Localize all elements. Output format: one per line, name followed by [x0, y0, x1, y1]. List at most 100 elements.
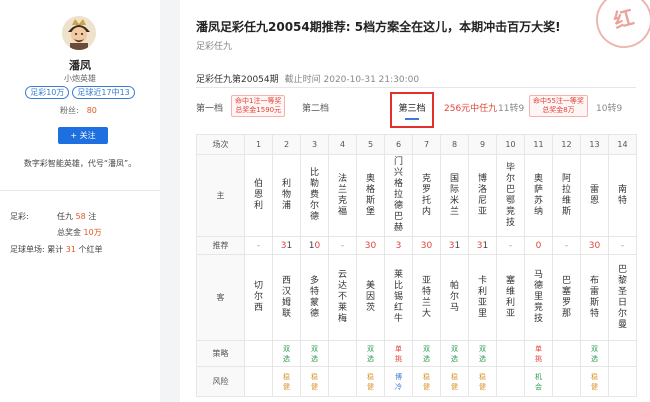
row-label: 场次	[196, 134, 245, 155]
home-team: 奥格斯堡	[356, 154, 385, 237]
home-team: 博洛尼亚	[468, 154, 497, 237]
pick-cell: 31	[440, 236, 469, 255]
away-team: 多特蒙德	[300, 254, 329, 341]
risk-cell: 稳健	[580, 366, 609, 397]
home-team: 比勒费尔德	[300, 154, 329, 237]
article-panel: 红 潘凤足彩任九20054期推荐: 5档方案全在这儿，本期冲击百万大奖! 足彩任…	[180, 0, 650, 402]
match-number: 3	[300, 134, 329, 155]
away-team: 巴塞罗那	[552, 254, 581, 341]
match-number: 10	[496, 134, 525, 155]
pick-cell: 30	[412, 236, 441, 255]
stat-label: 足彩:	[10, 212, 29, 221]
tier-3-system: 11转9	[498, 104, 525, 114]
away-team: 切尔西	[244, 254, 273, 341]
risk-cell: 机会	[524, 366, 553, 397]
pick-cell: 10	[300, 236, 329, 255]
badge-achievement: 足彩10万	[25, 86, 70, 99]
strategy-cell: 双选	[356, 340, 385, 367]
home-team: 雷恩	[580, 154, 609, 237]
match-number: 7	[412, 134, 441, 155]
risk-cell: 稳健	[356, 366, 385, 397]
match-number: 4	[328, 134, 357, 155]
table-row-pick: 推荐 -31 10-30 3 30 31 31-0-30-	[196, 236, 637, 255]
away-team: 美因茨	[356, 254, 385, 341]
issue-info: 足彩任九第20054期 截止时间 2020-10-31 21:30:00	[196, 75, 420, 85]
home-team: 国际米兰	[440, 154, 469, 237]
pick-cell: 3	[384, 236, 413, 255]
prize-badge: 命中55注一等奖 总奖金8万	[529, 95, 588, 117]
tab-tier-1[interactable]: 第一档	[196, 101, 223, 114]
stat-value: 任九 58 注	[57, 212, 97, 221]
tier-tabs: 第一档 命中1注一等奖 总奖金1590元 第二档 第三档 256元中任九 11转9…	[196, 92, 636, 128]
strategy-cell: 双选	[468, 340, 497, 367]
match-table: 场次 1 2 3 4 5 6 7 8 9 10 11 12 13 14 主伯恩利 利物浦 比勒费尔德 法兰克福 奥格斯…	[196, 134, 637, 397]
away-team: 布雷斯特	[580, 254, 609, 341]
tier-3-info: 256元中任九	[444, 104, 498, 114]
risk-cell: 稳健	[440, 366, 469, 397]
home-team: 门兴格拉德巴赫	[384, 154, 413, 237]
pick-cell: -	[552, 236, 581, 255]
strategy-cell: 双选	[300, 340, 329, 367]
table-row-away: 客切尔西 西汉姆联 多特蒙德 云达不莱梅 美因茨 莱比锡红牛 亚特兰大 帕尔马 卡利亚里 塞维利亚…	[196, 254, 637, 341]
strategy-cell: 双选	[440, 340, 469, 367]
prize-badge: 命中1注一等奖 总奖金1590元	[231, 95, 286, 117]
risk-cell: 博冷	[384, 366, 413, 397]
author-description: 数字彩智能英雄，代号“潘凤”。	[23, 159, 137, 168]
match-number: 11	[524, 134, 553, 155]
strategy-cell: 双选	[272, 340, 301, 367]
stat-value: 足球单场: 累计 31 个红单	[10, 245, 103, 254]
fans-count: 粉丝: 80	[60, 106, 97, 115]
match-number: 8	[440, 134, 469, 155]
pick-cell: -	[496, 236, 525, 255]
away-team: 莱比锡红牛	[384, 254, 413, 341]
match-number: 2	[272, 134, 301, 155]
away-team: 亚特兰大	[412, 254, 441, 341]
home-team: 阿拉维斯	[552, 154, 581, 237]
home-team: 伯恩利	[244, 154, 273, 237]
avatar[interactable]	[62, 16, 96, 50]
article-category[interactable]: 足彩任九	[196, 39, 232, 52]
match-number: 9	[468, 134, 497, 155]
pick-cell: -	[244, 236, 273, 255]
divider	[196, 87, 636, 88]
strategy-cell	[496, 340, 525, 367]
pick-cell: 30	[580, 236, 609, 255]
away-team: 巴黎圣日尔曼	[608, 254, 637, 341]
row-label: 客	[196, 254, 245, 341]
tab-tier-3[interactable]: 第三档	[390, 92, 434, 128]
tab-tier-2[interactable]: 第二档	[302, 101, 329, 114]
author-name: 潘凤	[69, 59, 91, 72]
risk-cell	[552, 366, 581, 397]
stat-value: 总奖金 10万	[57, 228, 102, 237]
red-stamp-icon: 红	[589, 0, 650, 55]
risk-cell	[608, 366, 637, 397]
risk-cell: 稳健	[468, 366, 497, 397]
away-team: 云达不莱梅	[328, 254, 357, 341]
away-team: 卡利亚里	[468, 254, 497, 341]
strategy-cell	[552, 340, 581, 367]
away-team: 帕尔马	[440, 254, 469, 341]
tier-4-system: 10转9	[596, 104, 623, 114]
follow-button[interactable]: + 关注	[58, 127, 108, 144]
strategy-cell: 双选	[580, 340, 609, 367]
row-label: 策略	[196, 340, 245, 367]
risk-cell	[328, 366, 357, 397]
table-row-strategy: 策略 双选 双选 双选 单挑 双选 双选 双选 单挑 双选	[196, 340, 637, 367]
strategy-cell	[328, 340, 357, 367]
pick-cell: 31	[272, 236, 301, 255]
home-team: 法兰克福	[328, 154, 357, 237]
table-row-risk: 风险 稳健 稳健 稳健 博冷 稳健 稳健 稳健 机会 稳健	[196, 366, 637, 397]
risk-cell	[496, 366, 525, 397]
pick-cell: -	[328, 236, 357, 255]
badge-achievement: 足球近17中13	[72, 86, 135, 99]
home-team: 克罗托内	[412, 154, 441, 237]
row-label: 主	[196, 154, 245, 237]
risk-cell: 稳健	[412, 366, 441, 397]
risk-cell: 稳健	[272, 366, 301, 397]
strategy-cell: 双选	[412, 340, 441, 367]
active-tab-indicator	[405, 118, 419, 120]
author-badges: 足彩10万 足球近17中13	[0, 86, 160, 99]
pick-cell: 0	[524, 236, 553, 255]
pick-cell: 30	[356, 236, 385, 255]
away-team: 马德里竞技	[524, 254, 553, 341]
